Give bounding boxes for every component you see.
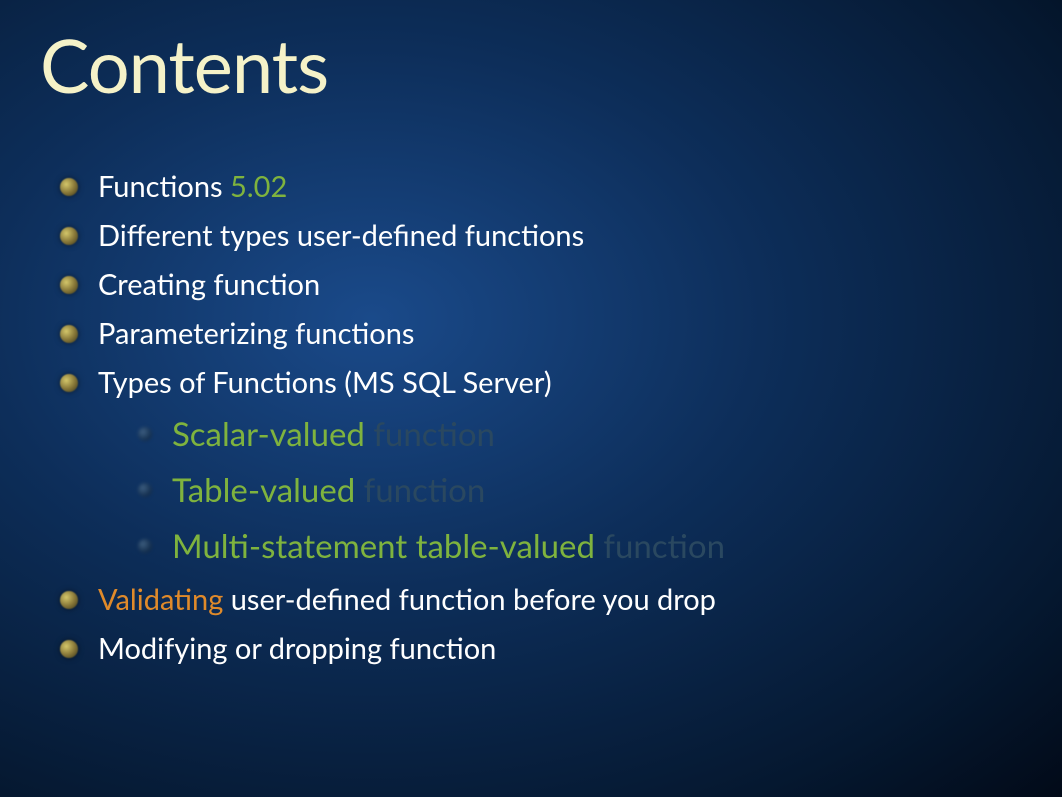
bullet-icon (60, 374, 78, 392)
list-item-label: Types of Functions (MS SQL Server) (98, 365, 552, 400)
bullet-icon (138, 539, 152, 553)
list-item: Scalar-valued function (138, 414, 1022, 454)
bullet-icon (60, 640, 78, 658)
list-item: Types of Functions (MS SQL Server) (60, 365, 1022, 400)
bullet-icon (138, 483, 152, 497)
list-item: Functions 5.02 (60, 169, 1022, 204)
page-title: Contents (40, 20, 1022, 109)
list-item: Modifying or dropping function (60, 631, 1022, 666)
list-item: Table-valued function (138, 470, 1022, 510)
list-item-label: Parameterizing functions (98, 316, 414, 351)
list-item-label: Multi-statement table-valued function (172, 526, 725, 566)
list-item-label: Modifying or dropping function (98, 631, 496, 666)
list-item: Parameterizing functions (60, 316, 1022, 351)
bullet-icon (60, 227, 78, 245)
list-item: Different types user-defined functions (60, 218, 1022, 253)
list-item-label: Validating user-defined function before … (98, 582, 716, 617)
bullet-icon (60, 276, 78, 294)
list-item-label: Scalar-valued function (172, 414, 495, 454)
bullet-icon (138, 427, 152, 441)
bullet-icon (60, 325, 78, 343)
list-item: Creating function (60, 267, 1022, 302)
list-item-label: Creating function (98, 267, 320, 302)
list-item-label: Functions 5.02 (98, 169, 287, 204)
slide: Contents Functions 5.02 Different types u… (0, 0, 1062, 720)
list-item: Multi-statement table-valued function (138, 526, 1022, 566)
list-item-label: Table-valued function (172, 470, 485, 510)
bullet-icon (60, 591, 78, 609)
sub-bullet-list: Scalar-valued function Table-valued funct… (60, 414, 1022, 566)
bullet-icon (60, 178, 78, 196)
list-item-label: Different types user-defined functions (98, 218, 584, 253)
list-item: Validating user-defined function before … (60, 582, 1022, 617)
bullet-list: Functions 5.02 Different types user-defin… (40, 169, 1022, 666)
